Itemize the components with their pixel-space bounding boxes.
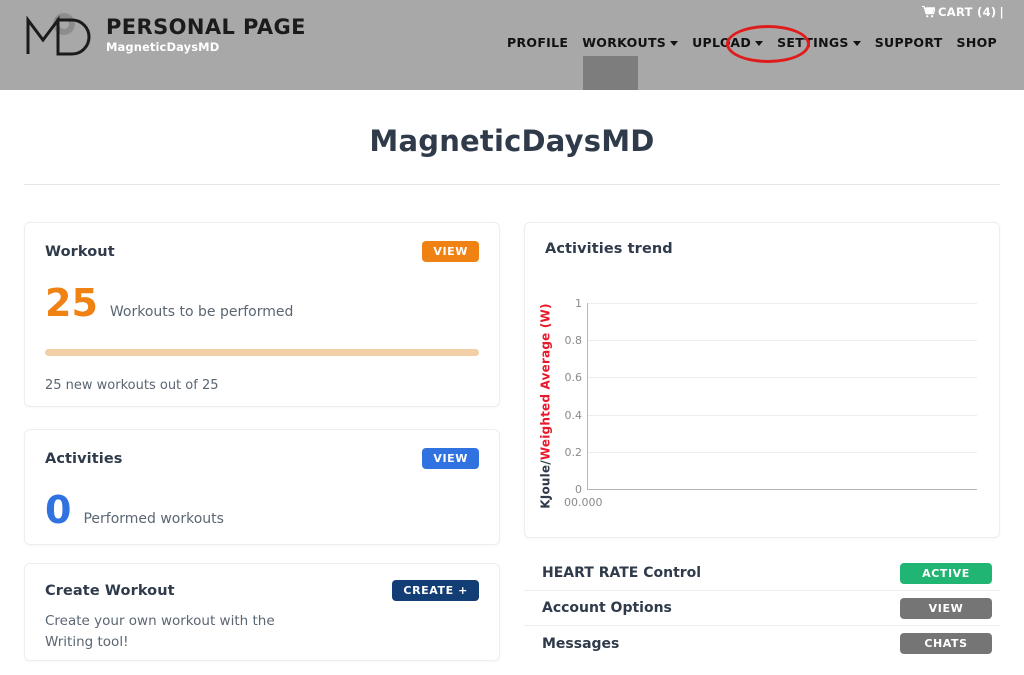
nav-label: SHOP — [956, 35, 997, 50]
chart-y-tick: 1 — [575, 297, 582, 310]
activities-view-button[interactable]: VIEW — [422, 448, 479, 469]
trend-card-title: Activities trend — [545, 241, 673, 257]
activities-card-header: Activities VIEW — [45, 448, 479, 469]
activities-count: 0 — [45, 488, 72, 532]
chart-y-tick: 0.8 — [564, 334, 583, 348]
nav-item-profile[interactable]: PROFILE — [500, 33, 575, 52]
list-item-label: Account Options — [542, 600, 672, 616]
chart-x-tick: 00.000 — [564, 496, 603, 509]
chart-y-tick: 0.4 — [564, 408, 583, 422]
md-monogram-logo — [24, 10, 96, 58]
workout-card-header: Workout VIEW — [45, 241, 479, 262]
chart-y-tick: 0 — [575, 483, 582, 496]
chart-y-tick: 0.2 — [564, 445, 583, 459]
activities-count-row: 0 Performed workouts — [45, 491, 479, 529]
workout-progress-fill — [45, 349, 479, 356]
workout-count-row: 25 Workouts to be performed — [45, 284, 479, 322]
list-item-label: HEART RATE Control — [542, 565, 702, 581]
chart-gridline — [588, 414, 977, 416]
chevron-down-icon — [755, 41, 764, 46]
title-divider — [24, 184, 1000, 185]
cart-link[interactable]: CART (4) | — [922, 5, 1004, 19]
nav-item-settings[interactable]: SETTINGS — [770, 33, 868, 52]
list-item[interactable]: Account Options VIEW — [524, 591, 1000, 626]
nav-label: UPLOAD — [692, 35, 752, 50]
page-title: MagneticDaysMD — [369, 124, 655, 158]
options-list: HEART RATE Control ACTIVE Account Option… — [524, 556, 1000, 661]
create-card-header: Create Workout CREATE + — [45, 580, 479, 601]
activities-trend-chart: KJoule/Weighted Average (W) 1 0.8 0.6 0.… — [525, 269, 999, 524]
messages-chats-button[interactable]: CHATS — [900, 633, 992, 654]
workout-count: 25 — [45, 281, 98, 325]
create-workout-card: Create Workout CREATE + Create your own … — [24, 563, 500, 661]
nav-label: WORKOUTS — [582, 35, 667, 50]
chart-y-tick: 0.6 — [564, 371, 583, 385]
site-logo[interactable]: PERSONAL PAGE MagneticDaysMD — [24, 10, 306, 58]
chart-gridline — [588, 377, 977, 379]
nav-label: SETTINGS — [777, 35, 849, 50]
nav-item-shop[interactable]: SHOP — [950, 33, 1004, 52]
workout-card-title: Workout — [45, 243, 115, 260]
workout-view-button[interactable]: VIEW — [422, 241, 479, 262]
main-navigation: PROFILE WORKOUTS UPLOAD SETTINGS SUPPORT… — [500, 33, 1004, 52]
shopping-cart-icon — [922, 6, 936, 18]
activities-count-label: Performed workouts — [83, 511, 224, 527]
workout-card: Workout VIEW 25 Workouts to be performed… — [24, 222, 500, 407]
create-card-description-line2: Writing tool! — [45, 633, 129, 650]
list-item[interactable]: HEART RATE Control ACTIVE — [524, 556, 1000, 591]
create-workout-button[interactable]: CREATE + — [392, 580, 479, 601]
workout-count-label: Workouts to be performed — [109, 304, 294, 320]
activities-card-title: Activities — [45, 450, 123, 467]
activities-card: Activities VIEW 0 Performed workouts — [24, 429, 500, 545]
nav-label: SUPPORT — [874, 35, 943, 50]
site-header: PERSONAL PAGE MagneticDaysMD CART (4) | … — [0, 0, 1024, 90]
workout-progress-text: 25 new workouts out of 25 — [45, 378, 219, 393]
chevron-down-icon — [670, 41, 679, 46]
nav-label: PROFILE — [507, 35, 569, 50]
create-card-title: Create Workout — [45, 582, 175, 599]
chart-y-axis-label: KJoule/Weighted Average (W) — [537, 303, 555, 508]
page-root: PERSONAL PAGE MagneticDaysMD CART (4) | … — [0, 0, 1024, 675]
chart-y-axis-label-part1: KJoule/ — [539, 460, 554, 509]
chart-y-axis-label-part2: Weighted Average (W) — [539, 303, 554, 461]
heart-rate-status-badge[interactable]: ACTIVE — [900, 562, 992, 584]
logo-title: PERSONAL PAGE — [106, 14, 306, 39]
cart-separator: | — [999, 5, 1004, 19]
workout-progress-bar — [45, 349, 479, 356]
account-options-view-button[interactable]: VIEW — [900, 597, 992, 619]
nav-item-upload[interactable]: UPLOAD — [685, 33, 770, 52]
chart-gridline — [588, 340, 977, 342]
list-item-label: Messages — [542, 635, 620, 652]
chevron-down-icon — [852, 41, 861, 46]
nav-item-workouts[interactable]: WORKOUTS — [575, 33, 685, 52]
chart-plot-area: 1 0.8 0.6 0.4 0.2 0 00.000 — [564, 298, 977, 509]
chart-gridline — [588, 451, 977, 453]
logo-subtitle: MagneticDaysMD — [106, 40, 220, 55]
cart-label: CART (4) — [938, 5, 997, 19]
create-card-description: Create your own workout with the Writing… — [45, 611, 479, 653]
nav-dropdown-panel[interactable] — [583, 56, 638, 90]
nav-item-support[interactable]: SUPPORT — [868, 33, 950, 52]
list-item[interactable]: Messages CHATS — [524, 626, 1000, 661]
activities-trend-card: Activities trend KJoule/Weighted Average… — [524, 222, 1000, 538]
chart-gridline — [588, 303, 977, 304]
create-card-description-line1: Create your own workout with the — [45, 613, 275, 629]
